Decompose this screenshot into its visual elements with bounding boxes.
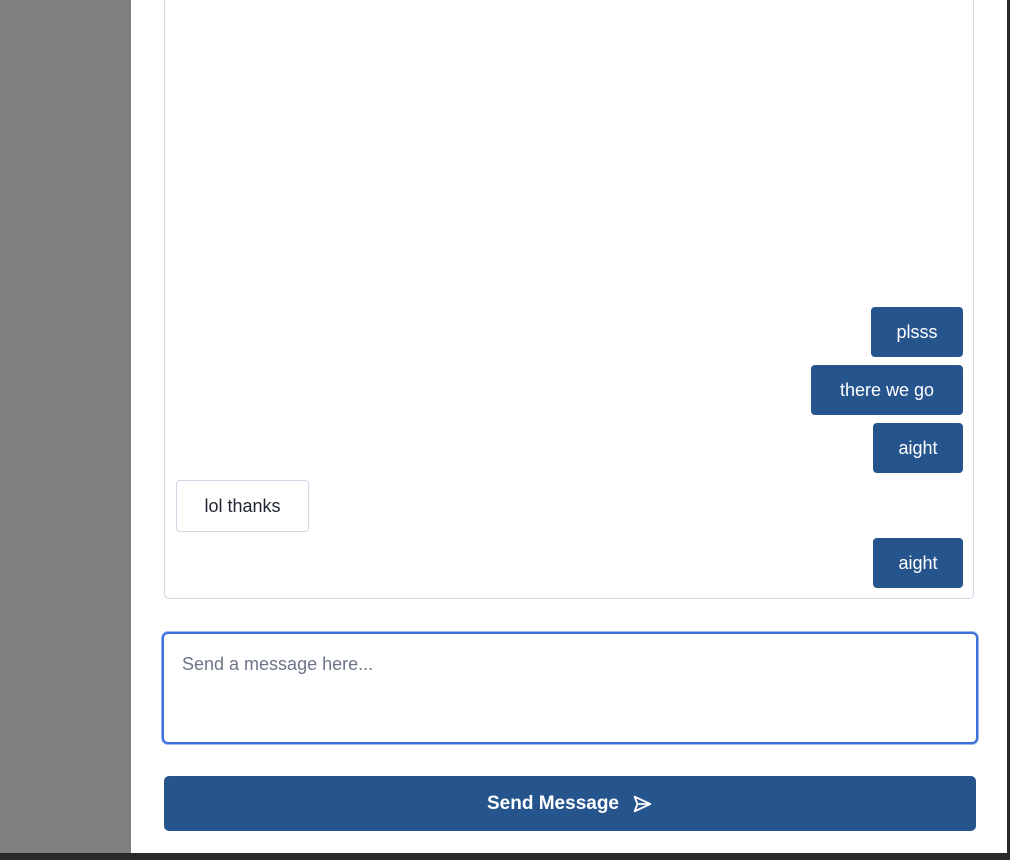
message-bubble-sent: aight [873,538,963,588]
send-arrow-icon [631,793,653,815]
send-button-label: Send Message [487,792,619,814]
send-message-button[interactable]: Send Message [164,776,976,831]
message-input[interactable] [162,632,978,744]
message-bubble-sent: plsss [871,307,963,357]
window-edge-bottom [0,853,1010,860]
message-list: plsss there we go aight lol thanks aight [164,0,974,599]
message-bubble-sent: aight [873,423,963,473]
message-bubble-received: lol thanks [176,480,309,532]
message-bubble-sent: there we go [811,365,963,415]
background-overlay [0,0,131,853]
